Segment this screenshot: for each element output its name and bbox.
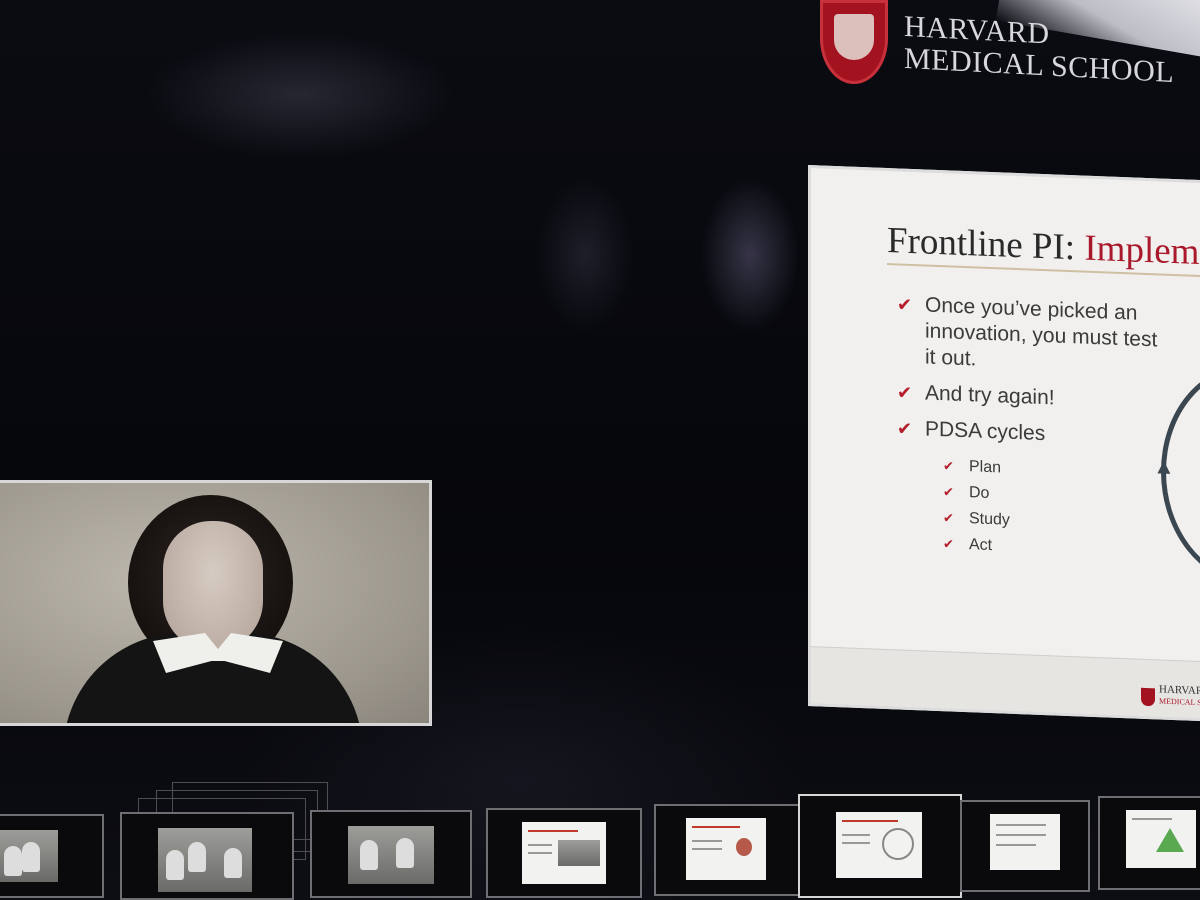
bullet-item: ✔ PDSA cycles [897, 415, 1167, 451]
cycle-arrow-icon: ▲ [1153, 453, 1175, 480]
bullet-item: ✔ Once you’ve picked an innovation, you … [897, 291, 1167, 379]
filmstrip-thumbnail-selected[interactable] [798, 794, 962, 898]
check-mark-icon: ✔ [943, 510, 954, 526]
bullet-text: Once you’ve picked an innovation, you mu… [925, 293, 1158, 371]
speaker-video[interactable] [0, 480, 432, 726]
filmstrip-thumbnail[interactable] [120, 812, 294, 900]
speaker-face [163, 521, 263, 651]
filmstrip-thumbnail[interactable] [0, 814, 104, 898]
slide-bullets: ✔ Once you’ve picked an innovation, you … [897, 291, 1167, 565]
filmstrip-thumbnail[interactable] [1098, 796, 1200, 890]
bullet-item: ✔ And try again! [897, 379, 1167, 415]
thumbnail-image [686, 818, 766, 880]
harvard-shield-icon [820, 0, 888, 84]
filmstrip-thumbnail[interactable] [960, 800, 1090, 892]
footer-line2: MEDICAL SCHOOL [1159, 696, 1200, 709]
bullet-text: And try again! [925, 381, 1055, 410]
thumbnail-image [348, 826, 434, 884]
sub-bullet-text: Plan [969, 458, 1002, 477]
check-mark-icon: ✔ [897, 294, 913, 315]
thumbnail-image [836, 812, 922, 878]
bullet-text: PDSA cycles [925, 417, 1046, 446]
filmstrip-thumbnail[interactable] [310, 810, 472, 898]
sub-bullet-text: Study [969, 510, 1010, 529]
filmstrip-thumbnail[interactable] [486, 808, 642, 898]
video-player-screen: HARVARD MEDICAL SCHOOL Frontline PI: Imp… [0, 0, 1200, 900]
check-mark-icon: ✔ [943, 536, 954, 552]
footer-institution: HARVARD MEDICAL SCHOOL [1159, 683, 1200, 709]
slide-title-main: Frontline PI: [887, 220, 1085, 269]
check-mark-icon: ✔ [943, 484, 954, 500]
slide-title-accent: Impleme [1084, 227, 1200, 274]
institution-name: HARVARD MEDICAL SCHOOL [904, 10, 1174, 89]
sub-bullet-text: Act [969, 536, 993, 555]
sub-bullet-text: Do [969, 484, 990, 502]
thumbnail-image [158, 828, 252, 892]
thumbnail-image [1126, 810, 1196, 868]
filmstrip-thumbnail[interactable] [654, 804, 800, 896]
check-mark-icon: ✔ [943, 458, 954, 474]
institution-header: HARVARD MEDICAL SCHOOL [820, 0, 1200, 110]
harvard-shield-icon [1141, 687, 1155, 707]
pdsa-sub-bullets: ✔ Plan ✔ Do ✔ Study ✔ Act [943, 453, 1167, 566]
lecture-slide: Frontline PI: Impleme ✔ Once you’ve pick… [808, 165, 1200, 723]
slide-filmstrip [0, 782, 1200, 900]
slide-footer: HARVARD MEDICAL SCHOOL [811, 646, 1200, 723]
check-mark-icon: ✔ [897, 418, 913, 439]
thumbnail-image [0, 830, 58, 882]
thumbnail-image [522, 822, 606, 884]
thumbnail-image [990, 814, 1060, 870]
check-mark-icon: ✔ [897, 382, 913, 403]
